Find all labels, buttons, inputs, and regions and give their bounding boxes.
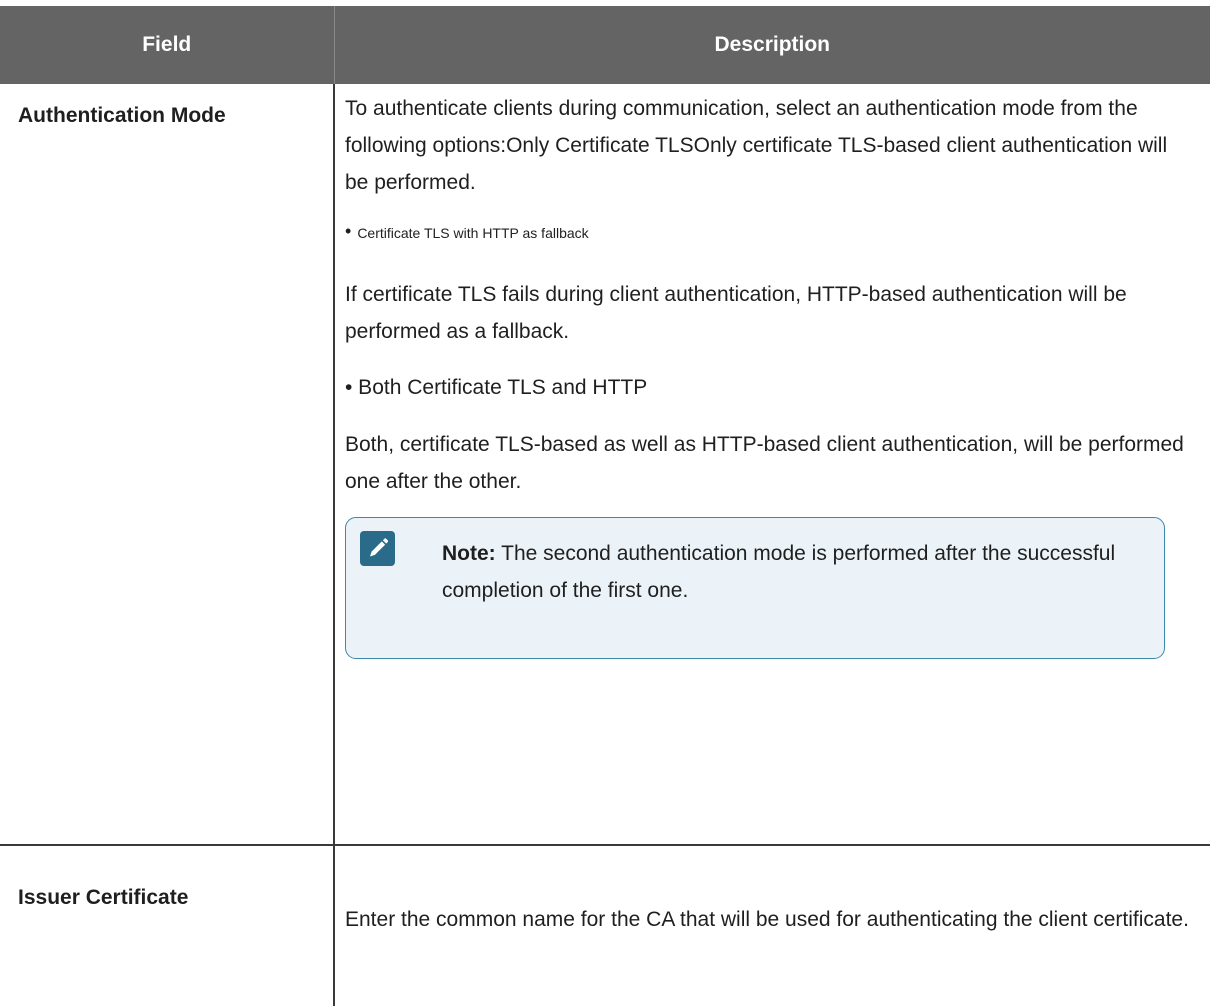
- fallback-description: If certificate TLS fails during client a…: [345, 283, 1127, 343]
- list-item-label: Certificate TLS with HTTP as fallback: [357, 225, 589, 241]
- list-item: • Certificate TLS with HTTP as fallback: [345, 221, 1192, 243]
- table-row: Issuer Certificate Enter the common name…: [0, 845, 1210, 1006]
- header-description: Description: [334, 6, 1210, 84]
- description-intro: To authenticate clients during communica…: [345, 97, 1168, 194]
- field-name: Issuer Certificate: [0, 845, 335, 1006]
- description-cell: To authenticate clients during communica…: [334, 84, 1210, 846]
- issuer-description: Enter the common name for the CA that wi…: [345, 908, 1189, 931]
- table-header: Field Description: [0, 6, 1210, 84]
- description-cell: Enter the common name for the CA that wi…: [334, 845, 1210, 1006]
- field-name: Authentication Mode: [0, 84, 335, 846]
- both-description: Both, certificate TLS-based as well as H…: [345, 433, 1184, 493]
- note-text: The second authentication mode is perfor…: [442, 542, 1116, 602]
- note-callout: Note: The second authentication mode is …: [345, 517, 1165, 659]
- table-row: Authentication Mode To authenticate clie…: [0, 84, 1210, 846]
- bullet-icon: •: [345, 221, 352, 241]
- note-label: Note:: [442, 542, 496, 565]
- pencil-icon: [360, 531, 395, 566]
- header-field: Field: [0, 6, 335, 84]
- list-item: • Both Certificate TLS and HTTP: [345, 376, 648, 399]
- field-description-table: Field Description Authentication Mode To…: [0, 6, 1210, 1006]
